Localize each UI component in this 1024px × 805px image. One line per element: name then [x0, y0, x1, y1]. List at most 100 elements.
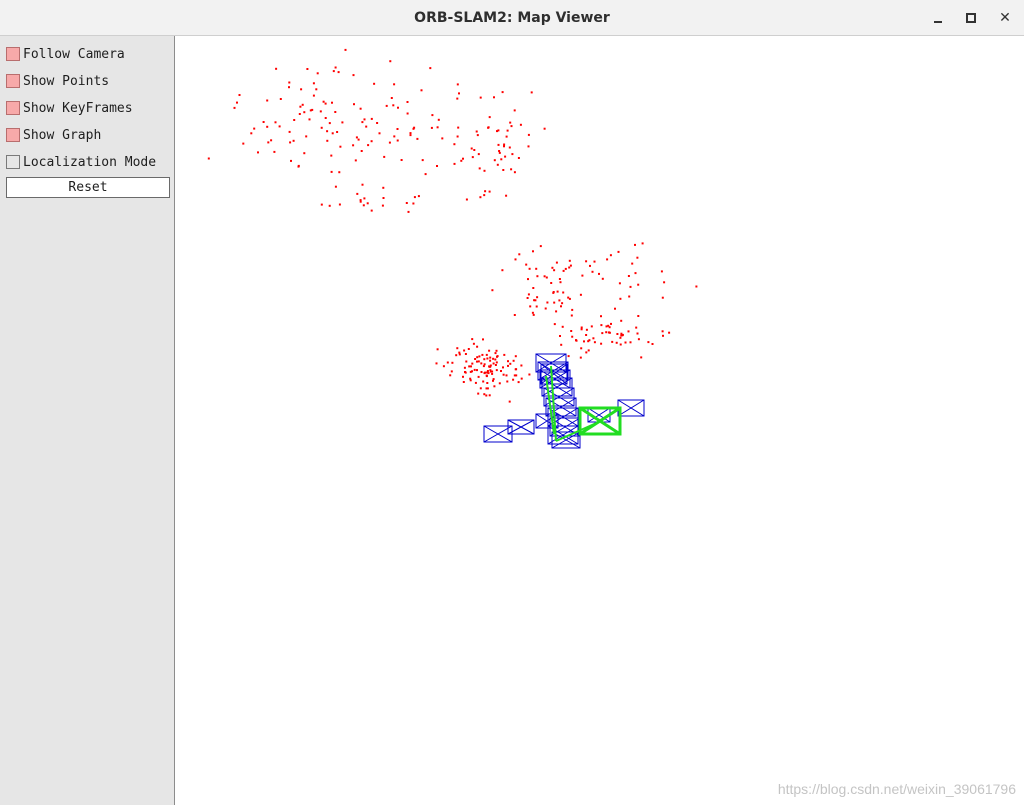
map-point [560, 343, 563, 346]
map-point [450, 370, 453, 373]
localization-mode-option[interactable]: Localization Mode [6, 153, 156, 171]
map-point [476, 134, 479, 137]
map-point [559, 335, 561, 337]
map-point [611, 340, 614, 343]
map-point [462, 375, 464, 378]
map-point [593, 260, 596, 263]
map-point [477, 360, 480, 363]
map-point [315, 88, 318, 91]
follow-camera-option[interactable]: Follow Camera [6, 45, 125, 63]
map-point [509, 121, 512, 124]
map-point [529, 305, 532, 308]
map-point [637, 315, 640, 317]
map-point [600, 315, 602, 318]
map-point [477, 392, 480, 395]
map-point [477, 153, 480, 156]
map-point [424, 173, 427, 176]
map-point [476, 369, 478, 372]
follow-camera-checkbox[interactable] [6, 47, 20, 61]
maximize-button[interactable] [962, 9, 980, 27]
show-graph-checkbox[interactable] [6, 128, 20, 142]
map-point [378, 132, 381, 135]
map-point [510, 168, 513, 171]
map-point [619, 297, 622, 300]
map-point [506, 129, 509, 132]
map-point [328, 122, 331, 125]
map-point [474, 358, 477, 360]
map-point [420, 89, 423, 92]
map-point [583, 340, 585, 343]
map-point [471, 338, 474, 341]
map-point [324, 102, 327, 105]
close-button[interactable]: ✕ [996, 9, 1014, 27]
window-title: ORB-SLAM2: Map Viewer [414, 10, 610, 26]
map-viewer-canvas[interactable]: https://blog.csdn.net/weixin_39061796 [176, 36, 1024, 805]
map-point [381, 204, 384, 207]
map-point [500, 370, 502, 372]
minimize-button[interactable] [929, 9, 947, 27]
map-point [621, 334, 624, 337]
map-point [472, 342, 475, 345]
map-point [555, 310, 558, 313]
map-point [475, 130, 478, 133]
map-point [449, 374, 452, 377]
map-point [494, 358, 497, 361]
map-point [389, 60, 392, 63]
map-point [661, 296, 664, 299]
map-point [299, 105, 302, 108]
map-point [303, 152, 306, 155]
map-point [478, 355, 481, 358]
map-point [505, 374, 508, 377]
map-point [388, 141, 391, 144]
map-point [483, 358, 486, 361]
map-point [473, 368, 476, 371]
map-point [545, 276, 548, 279]
map-point [614, 307, 616, 310]
map-point [562, 269, 565, 272]
map-point [498, 382, 501, 385]
map-point [569, 264, 572, 267]
map-point [367, 144, 370, 147]
map-point [531, 311, 534, 314]
show-keyframes-option[interactable]: Show KeyFrames [6, 99, 133, 117]
map-point [236, 101, 238, 104]
map-point [590, 325, 593, 328]
map-point [334, 66, 337, 69]
map-point [400, 159, 403, 161]
map-point [486, 357, 489, 360]
show-points-option[interactable]: Show Points [6, 72, 109, 90]
map-point [600, 342, 603, 345]
map-point [661, 330, 664, 333]
map-point [460, 159, 463, 162]
map-point [514, 258, 517, 261]
show-graph-label: Show Graph [23, 127, 102, 143]
show-graph-option[interactable]: Show Graph [6, 126, 101, 144]
map-point [525, 263, 528, 266]
map-point [417, 195, 420, 198]
localization-mode-checkbox[interactable] [6, 155, 20, 169]
map-point [660, 270, 663, 273]
map-point [465, 198, 468, 201]
show-keyframes-checkbox[interactable] [6, 101, 20, 115]
map-point [593, 341, 596, 344]
map-point [526, 297, 529, 299]
map-point [306, 68, 309, 70]
map-point [620, 319, 623, 322]
show-points-checkbox[interactable] [6, 74, 20, 88]
map-point [571, 335, 574, 338]
map-point [546, 301, 549, 304]
map-point [331, 132, 334, 135]
map-point [233, 106, 236, 109]
map-point [470, 147, 473, 150]
map-view [207, 48, 698, 449]
map-point [489, 359, 492, 362]
map-point [483, 169, 486, 172]
map-point [627, 330, 630, 333]
map-point [330, 170, 333, 173]
map-point [511, 153, 514, 156]
reset-button[interactable]: Reset [6, 177, 170, 198]
map-point [532, 287, 535, 289]
map-points [207, 48, 698, 403]
map-point [376, 122, 379, 124]
map-point [535, 305, 538, 308]
